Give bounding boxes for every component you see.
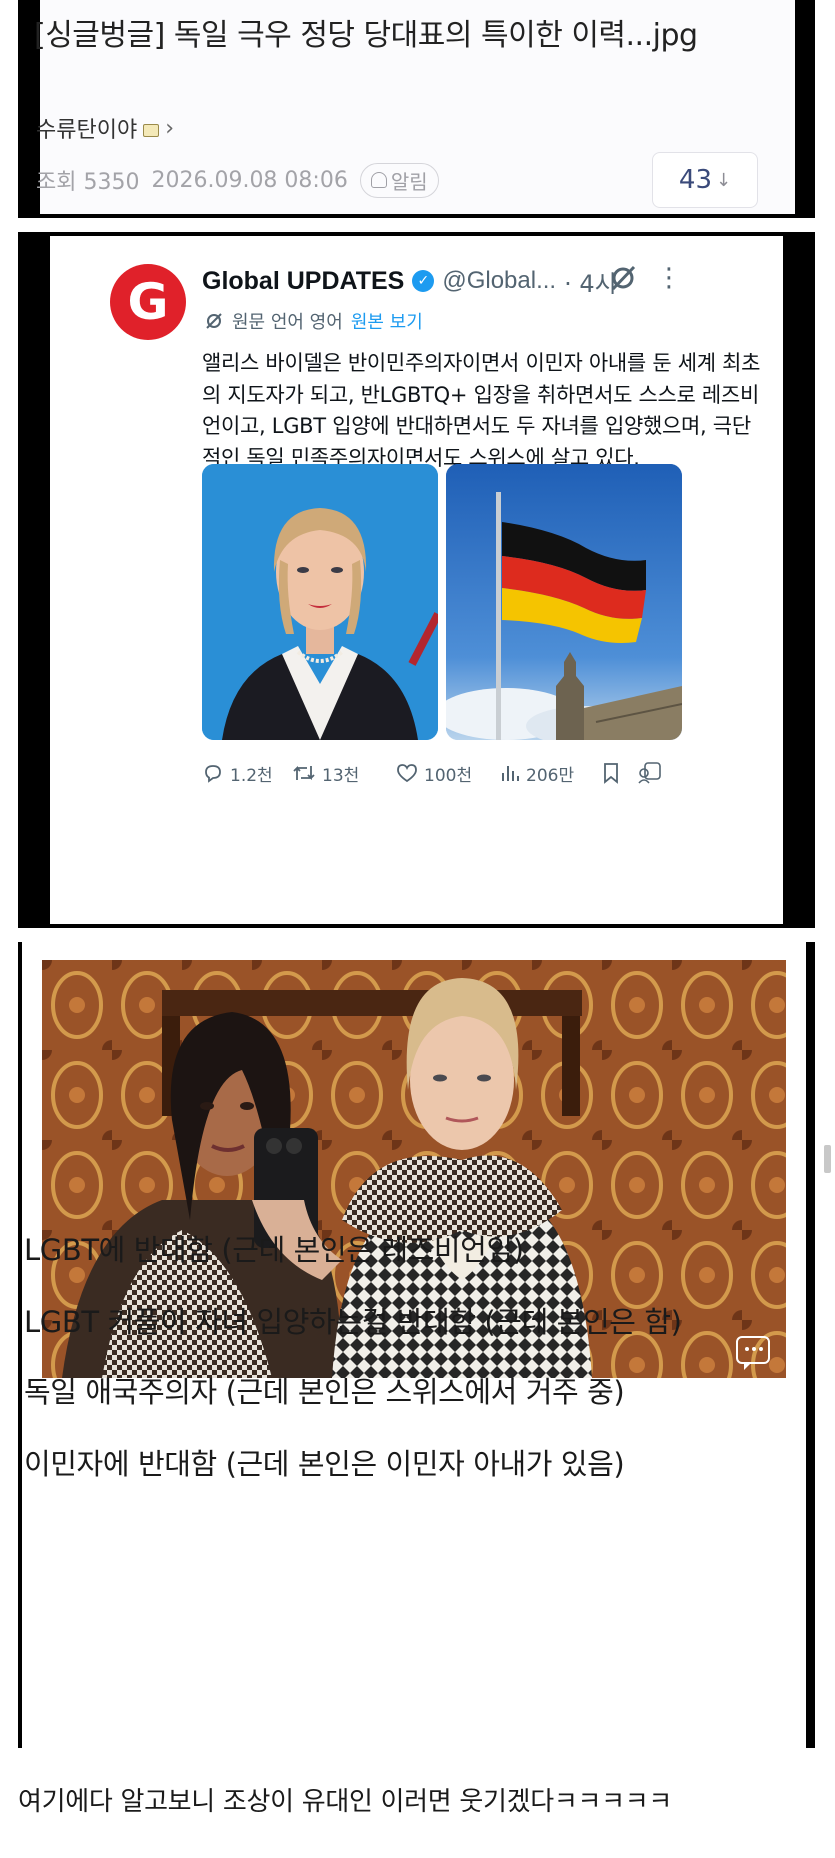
alarm-label: 알림 xyxy=(390,169,428,194)
summary-line-2: LGBT 커플이 자녀 입양하는걸 반대함 (근데 본인은 함) xyxy=(24,1305,682,1339)
grok-icon[interactable] xyxy=(607,262,639,294)
reply-count: 1.2천 xyxy=(230,765,273,786)
retweet-icon xyxy=(293,765,315,781)
bookmark-action[interactable] xyxy=(602,762,636,784)
reply-action[interactable]: 1.2천 xyxy=(202,761,292,786)
post-title[interactable]: [싱글벙글] 독일 극우 정당 당대표의 특이한 이력...jpg xyxy=(34,12,769,60)
comment-bubble-icon[interactable] xyxy=(736,1336,770,1370)
author-name[interactable]: 수류탄이야 xyxy=(36,112,137,144)
bookmark-icon xyxy=(604,763,618,784)
comment-count-button[interactable]: 43 ↓ xyxy=(652,152,758,208)
share-icon xyxy=(638,762,661,784)
summary-card xyxy=(22,942,806,1748)
retweet-action[interactable]: 13천 xyxy=(292,761,396,786)
comment-count: 43 xyxy=(678,165,712,195)
like-count: 100천 xyxy=(424,765,473,786)
tweet-text: 앨리스 바이델은 반이민주의자이면서 이민자 아내를 둔 세계 최초의 지도자가… xyxy=(202,351,761,470)
views-action[interactable]: 206만 xyxy=(500,761,602,786)
views-icon xyxy=(502,766,519,781)
scrollbar-thumb[interactable] xyxy=(824,1145,831,1173)
tweet-photo-portrait[interactable] xyxy=(202,464,438,740)
lock-icon xyxy=(143,123,160,137)
post-meta: 조회 5350 2026.09.08 08:06 알림 xyxy=(36,162,439,198)
tweet-photo-flag[interactable] xyxy=(446,464,682,740)
post-datetime: 2026.09.08 08:06 xyxy=(151,167,348,193)
summary-panel xyxy=(18,942,815,1748)
footer-comment: 여기에다 알고보니 조상이 유대인 이러면 웃기겠다ㅋㅋㅋㅋㅋ xyxy=(18,1787,672,1817)
more-icon[interactable]: ⋮ xyxy=(656,262,682,294)
like-action[interactable]: 100천 xyxy=(396,761,500,786)
like-icon xyxy=(397,764,417,783)
arrow-down-icon: ↓ xyxy=(716,169,732,191)
view-count-tweet: 206만 xyxy=(526,765,575,786)
portrait-illustration xyxy=(202,464,438,740)
account-avatar[interactable]: G xyxy=(110,264,186,340)
summary-line-1: LGBT에 반대함 (근데 본인은 레즈비언임) xyxy=(24,1233,524,1267)
tweet-screenshot-panel: G Global UPDATES ✓ @Global... · 4시 ⋮ 원문 … xyxy=(18,232,815,928)
summary-line-3: 독일 애국주의자 (근데 본인은 스위스에서 거주 중) xyxy=(24,1375,625,1409)
reply-icon xyxy=(205,765,221,783)
german-flag-illustration xyxy=(446,464,682,740)
chevron-right-icon[interactable]: › xyxy=(165,116,174,141)
tweet-action-bar: 1.2천 13천 100천 206만 xyxy=(202,756,692,790)
tweet-handle[interactable]: @Global... xyxy=(442,267,556,295)
tweet-card: G Global UPDATES ✓ @Global... · 4시 ⋮ 원문 … xyxy=(50,236,783,924)
view-count: 조회 5350 xyxy=(36,170,140,195)
retweet-count: 13천 xyxy=(322,765,360,786)
alarm-button[interactable]: 알림 xyxy=(359,162,439,198)
bell-icon xyxy=(370,172,387,188)
summary-line-4: 이민자에 반대함 (근데 본인은 이민자 아내가 있음) xyxy=(24,1447,625,1481)
share-action[interactable] xyxy=(636,761,670,785)
author-row[interactable]: 수류탄이야 › xyxy=(36,110,174,146)
verified-icon: ✓ xyxy=(412,270,435,292)
